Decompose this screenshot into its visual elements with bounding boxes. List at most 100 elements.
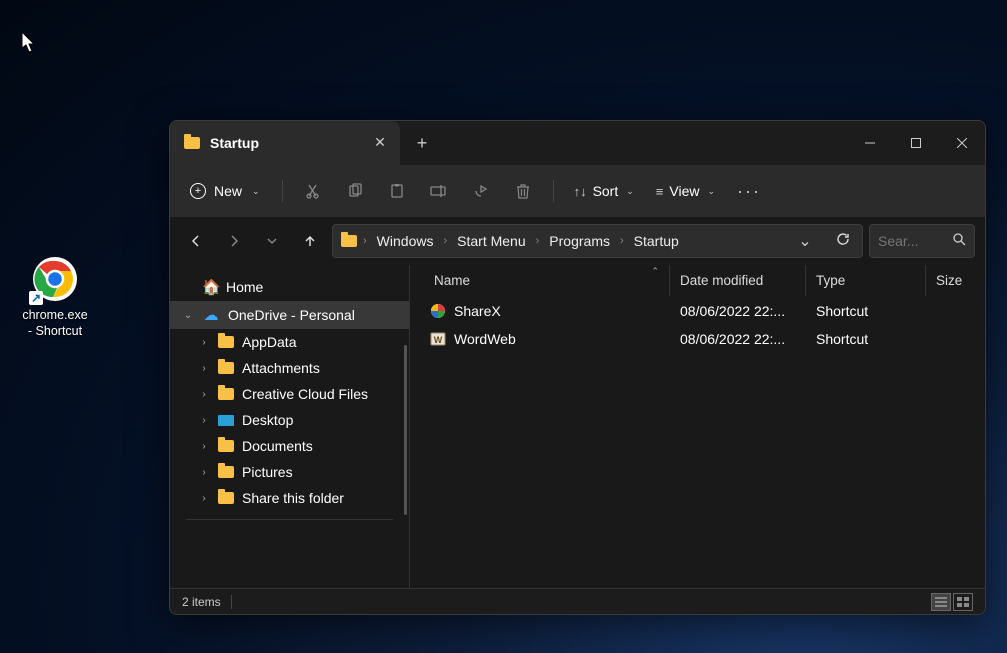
copy-button[interactable] [335,173,375,209]
view-label: View [669,183,699,199]
folder-icon [184,137,200,149]
chevron-right-icon: › [443,235,447,247]
close-window-button[interactable] [939,121,985,165]
chevron-right-icon[interactable]: › [198,363,210,374]
column-header-type[interactable]: Type [806,265,926,296]
sidebar-item-label: AppData [242,334,296,350]
chevron-right-icon[interactable]: › [198,467,210,478]
more-button[interactable]: ··· [727,175,771,208]
sidebar-item-label: Pictures [242,464,293,480]
sort-label: Sort [593,183,619,199]
cut-button[interactable] [293,173,333,209]
sharex-icon [430,303,446,319]
cloud-icon: ☁ [202,306,220,324]
chevron-down-icon: ⌄ [252,186,260,197]
breadcrumb[interactable]: Programs [545,231,614,251]
titlebar: Startup ✕ + [170,121,985,165]
sidebar-item-creative-cloud[interactable]: › Creative Cloud Files [170,381,409,407]
view-icon: ≡ [656,184,664,199]
tab-title: Startup [210,135,362,151]
forward-button[interactable] [218,225,250,257]
file-name: WordWeb [454,331,516,347]
file-list-pane: Name ⌃ Date modified Type Size [410,265,985,588]
close-tab-icon[interactable]: ✕ [372,134,388,151]
sidebar-item-documents[interactable]: › Documents [170,433,409,459]
view-button[interactable]: ≡ View ⌄ [646,177,725,205]
column-header-name[interactable]: Name ⌃ [410,265,670,296]
sidebar-item-share-folder[interactable]: › Share this folder [170,485,409,511]
navigation-bar: › Windows › Start Menu › Programs › Star… [170,217,985,265]
sidebar-item-attachments[interactable]: › Attachments [170,355,409,381]
file-type: Shortcut [806,331,926,347]
history-dropdown-icon[interactable]: ⌄ [792,231,818,251]
column-headers: Name ⌃ Date modified Type Size [410,265,985,297]
maximize-button[interactable] [893,121,939,165]
back-button[interactable] [180,225,212,257]
mouse-cursor [22,32,38,54]
folder-icon [218,388,234,400]
file-row[interactable]: ShareX 08/06/2022 22:... Shortcut [410,297,985,325]
chevron-down-icon[interactable]: ⌄ [182,310,194,321]
new-tab-button[interactable]: + [400,121,444,165]
folder-icon [218,336,234,348]
sidebar-item-desktop[interactable]: › Desktop [170,407,409,433]
chevron-right-icon[interactable]: › [198,441,210,452]
file-name: ShareX [454,303,501,319]
chevron-right-icon[interactable]: › [198,337,210,348]
status-bar: 2 items [170,588,985,614]
search-input[interactable] [878,233,947,249]
shortcut-overlay-icon: ↗ [29,291,43,305]
chevron-right-icon[interactable]: › [198,415,210,426]
folder-icon [218,492,234,504]
folder-icon [341,235,357,247]
file-row[interactable]: W WordWeb 08/06/2022 22:... Shortcut [410,325,985,353]
sidebar-item-appdata[interactable]: › AppData [170,329,409,355]
desktop-icon-label: chrome.exe - Shortcut [22,307,87,340]
folder-icon [218,466,234,478]
sidebar-item-onedrive[interactable]: ⌄ ☁ OneDrive - Personal [170,301,409,329]
refresh-button[interactable] [830,232,856,251]
chevron-down-icon: ⌄ [707,186,715,197]
delete-button[interactable] [503,173,543,209]
sidebar-item-home[interactable]: › 🏠 Home [170,273,409,301]
chevron-right-icon[interactable]: › [198,493,210,504]
sidebar-item-label: Share this folder [242,490,344,506]
chevron-right-icon[interactable]: › [198,389,210,400]
tab-startup[interactable]: Startup ✕ [170,121,400,165]
address-bar[interactable]: › Windows › Start Menu › Programs › Star… [332,224,863,258]
desktop-shortcut-chrome[interactable]: ↗ chrome.exe - Shortcut [15,255,95,340]
sidebar-item-label: Attachments [242,360,320,376]
sidebar-item-label: Home [226,279,263,295]
thumbnails-view-toggle[interactable] [953,593,973,611]
sidebar-item-pictures[interactable]: › Pictures [170,459,409,485]
new-button[interactable]: + New ⌄ [178,177,272,205]
breadcrumb[interactable]: Windows [373,231,438,251]
folder-icon [218,362,234,374]
navigation-pane: › 🏠 Home ⌄ ☁ OneDrive - Personal › AppDa… [170,265,410,588]
chevron-right-icon: › [536,235,540,247]
breadcrumb[interactable]: Startup [630,231,683,251]
paste-button[interactable] [377,173,417,209]
share-button[interactable] [461,173,501,209]
sort-button[interactable]: ↑↓ Sort ⌄ [564,177,644,205]
sidebar-item-label: Creative Cloud Files [242,386,368,402]
sidebar-item-label: Desktop [242,412,293,428]
minimize-button[interactable] [847,121,893,165]
details-view-toggle[interactable] [931,593,951,611]
recent-locations-button[interactable] [256,225,288,257]
sidebar-scrollbar[interactable] [404,345,407,515]
rename-button[interactable] [419,173,459,209]
column-header-date[interactable]: Date modified [670,265,806,296]
breadcrumb[interactable]: Start Menu [453,231,529,251]
sort-icon: ↑↓ [574,184,587,199]
plus-circle-icon: + [190,183,206,199]
svg-text:W: W [434,335,443,345]
search-icon [953,233,966,249]
file-date: 08/06/2022 22:... [670,331,806,347]
up-button[interactable] [294,225,326,257]
status-item-count: 2 items [182,595,221,609]
search-box[interactable] [869,224,975,258]
sidebar-item-label: Documents [242,438,313,454]
column-header-size[interactable]: Size [926,265,985,296]
file-type: Shortcut [806,303,926,319]
